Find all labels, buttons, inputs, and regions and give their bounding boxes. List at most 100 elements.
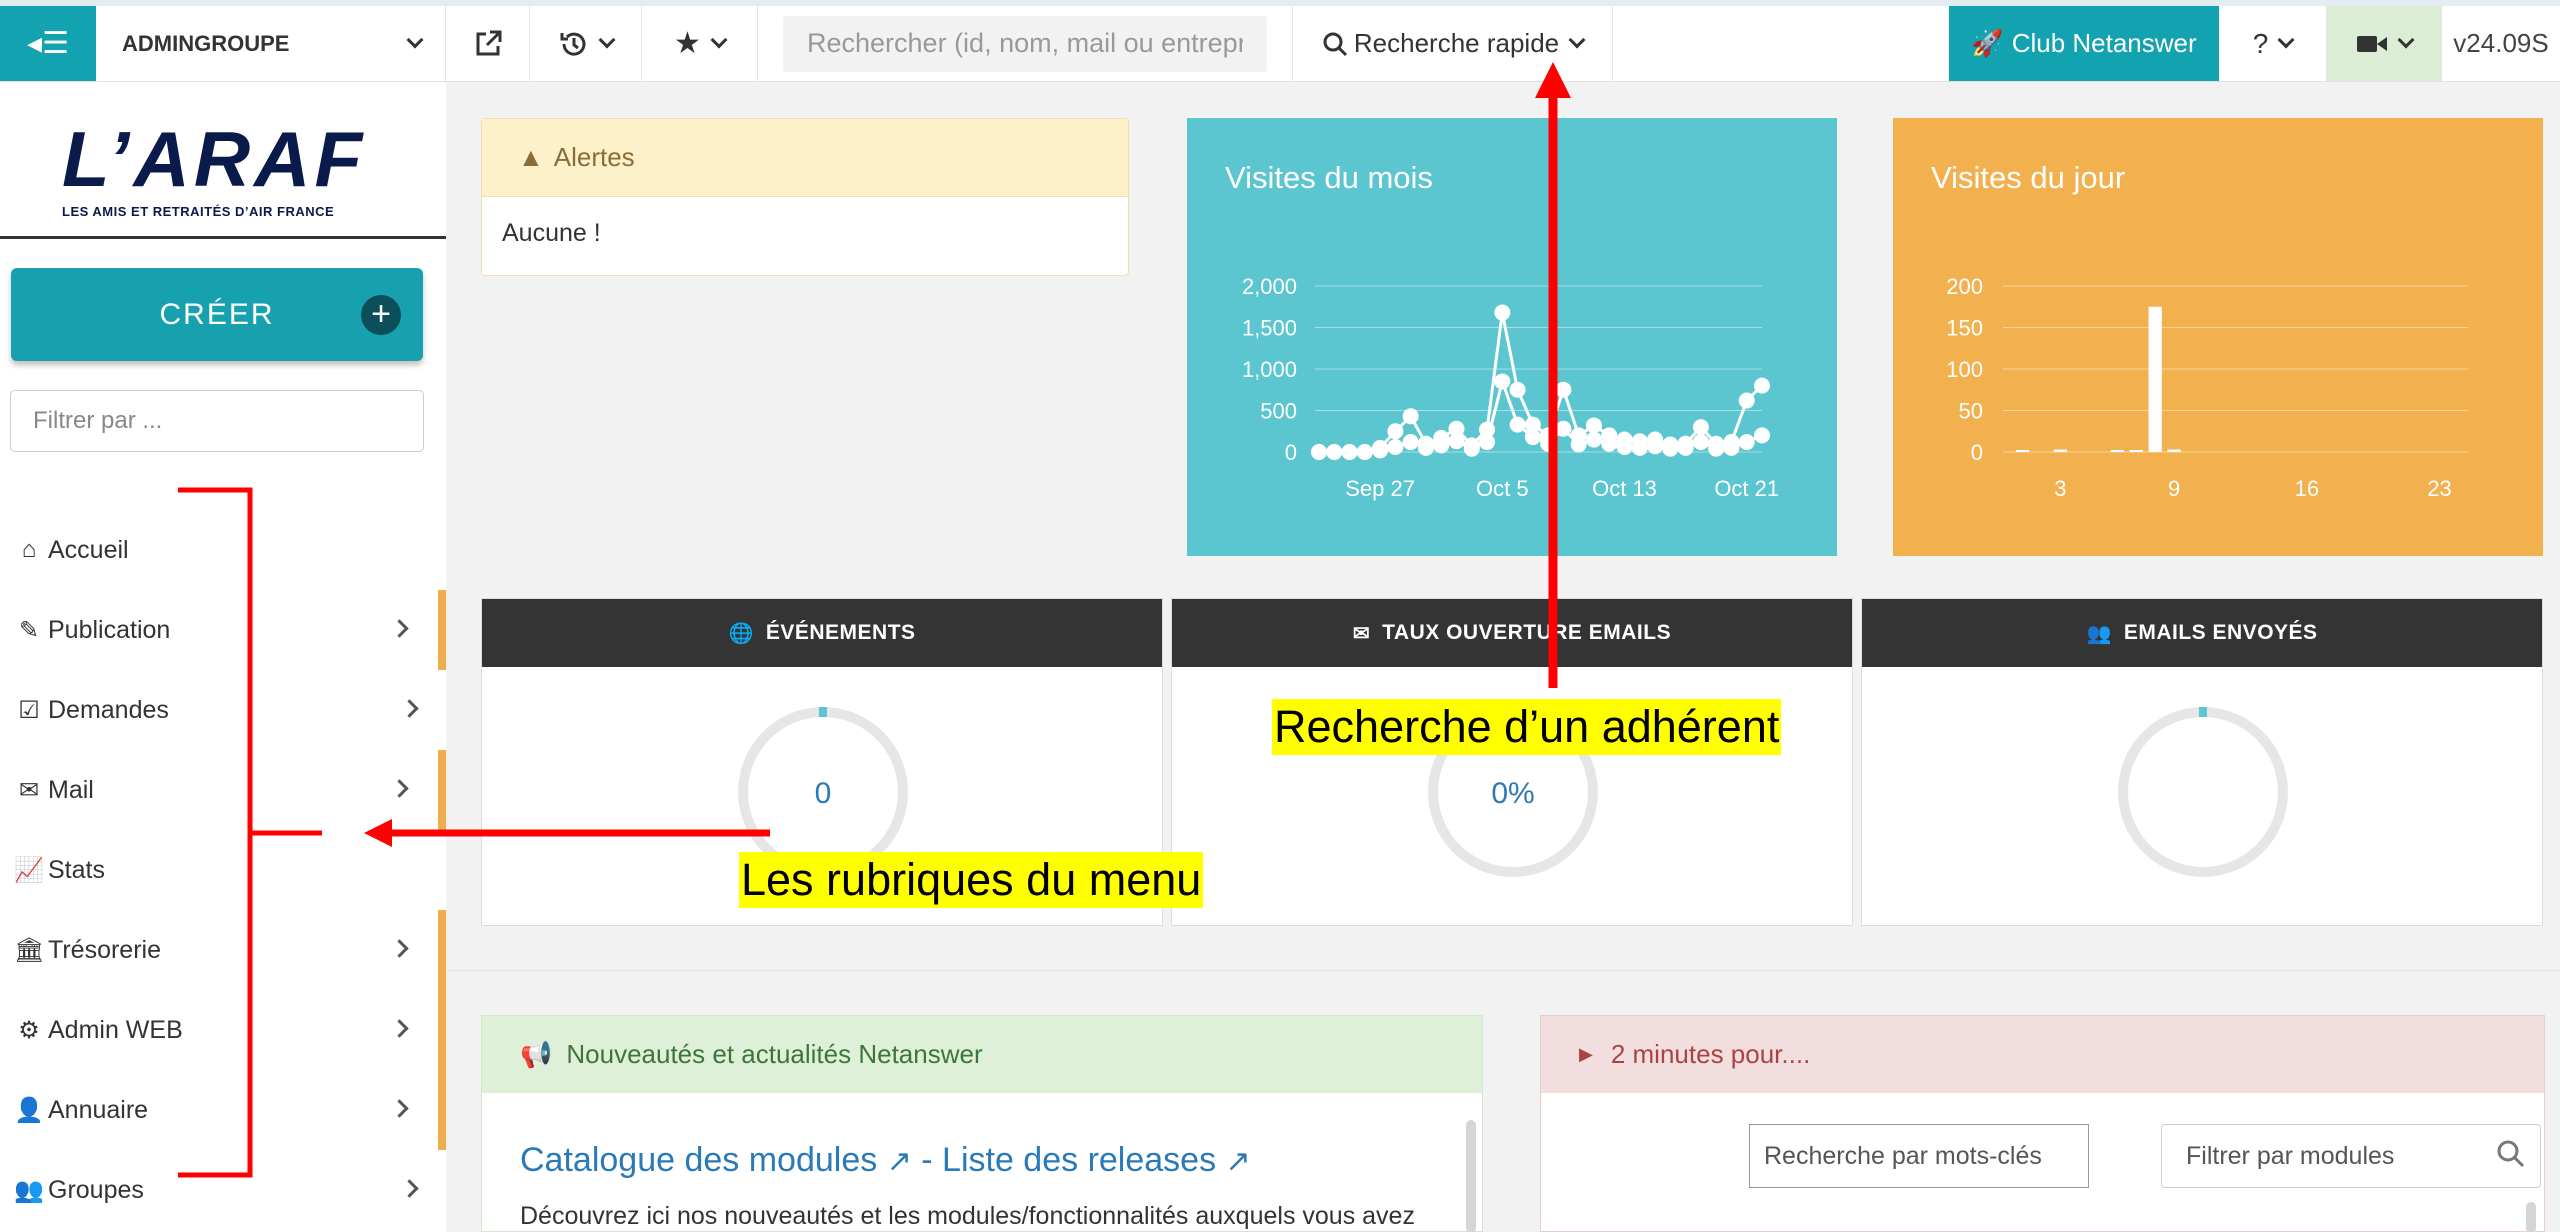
global-search-wrapper — [758, 6, 1293, 81]
chevron-right-icon — [390, 619, 409, 638]
bar — [2167, 449, 2181, 452]
section-marker — [438, 590, 446, 670]
chevron-down-icon — [2277, 31, 2295, 48]
sidebar-item-admin-web[interactable]: ⚙ Admin WEB — [0, 990, 446, 1070]
y-tick-label: 50 — [1959, 399, 1983, 424]
envelope-icon: ✉ — [1352, 622, 1371, 645]
chevron-down-icon — [1568, 31, 1586, 48]
data-point — [1585, 431, 1602, 448]
data-point — [1494, 304, 1511, 321]
external-link-icon[interactable]: ↗ — [887, 1144, 912, 1179]
y-tick-label: 150 — [1946, 316, 1983, 341]
globe-icon: 🌐 — [728, 622, 754, 645]
external-link-button[interactable] — [446, 6, 530, 81]
releases-link[interactable]: Liste des releases — [942, 1141, 1216, 1179]
video-button[interactable] — [2327, 6, 2442, 81]
sidebar-item-demandes[interactable]: ☑ Demandes — [0, 670, 446, 750]
events-title: ÉVÉNEMENTS — [765, 621, 916, 644]
sidebar-item-label: Groupes — [48, 1175, 144, 1204]
events-header: 🌐 ÉVÉNEMENTS — [482, 599, 1162, 667]
catalogue-link[interactable]: Catalogue des modules — [520, 1141, 877, 1179]
data-point — [1662, 440, 1679, 457]
visits-day-chart: 200 150 100 50 0 3 9 16 23 — [1946, 274, 2468, 501]
video-camera-icon — [2357, 35, 2387, 52]
data-point — [1326, 444, 1343, 460]
logo-text: L’ARAF — [62, 115, 367, 203]
bar — [2053, 449, 2068, 452]
y-tick-label: 100 — [1946, 357, 1983, 382]
x-tick-label: 23 — [2427, 476, 2451, 501]
history-button[interactable] — [530, 6, 642, 81]
sidebar-item-label: Accueil — [48, 535, 129, 564]
megaphone-icon: 📢 — [520, 1039, 553, 1069]
chevron-right-icon — [400, 699, 419, 718]
global-search-input[interactable] — [783, 15, 1267, 72]
sidebar-item-tresorerie[interactable]: 🏛 Trésorerie — [0, 910, 446, 1150]
external-link-icon[interactable]: ↗ — [1226, 1144, 1251, 1179]
line-chart-icon: 📈 — [14, 856, 44, 884]
data-point — [1555, 420, 1572, 437]
x-tick-label: Sep 27 — [1345, 476, 1415, 501]
sidebar-item-accueil[interactable]: ⌂ Accueil — [0, 510, 446, 590]
data-point — [1570, 436, 1587, 453]
search-icon — [1323, 32, 1347, 56]
news-scrollbar[interactable] — [1466, 1120, 1476, 1232]
club-netanswer-button[interactable]: 🚀 Club Netanswer — [1949, 6, 2219, 81]
alerts-panel: ▲ Alertes Aucune ! — [481, 118, 1129, 276]
sidebar-item-mail[interactable]: ✉ Mail — [0, 750, 446, 830]
data-point — [1540, 435, 1557, 452]
module-filter-select[interactable]: Filtrer par modules — [2161, 1124, 2541, 1188]
two-minutes-panel: ▶ 2 minutes pour.... Filtrer par modules — [1540, 1015, 2545, 1232]
bar — [2110, 450, 2124, 452]
group-name: ADMINGROUPE — [122, 30, 290, 56]
sidebar-item-publication[interactable]: ✎ Publication — [0, 590, 446, 670]
create-button[interactable]: CRÉER + — [11, 268, 423, 361]
two-minutes-scrollbar[interactable] — [2526, 1202, 2536, 1232]
quick-search-button[interactable]: Recherche rapide — [1293, 6, 1613, 81]
y-tick-label: 1,000 — [1242, 357, 1297, 382]
bar — [2015, 450, 2030, 452]
favorites-button[interactable]: ★ — [642, 6, 758, 81]
araf-logo: L’ARAF LES AMIS ET RETRAITÉS D’AIR FRANC… — [62, 120, 372, 220]
two-minutes-title: 2 minutes pour.... — [1610, 1039, 1811, 1069]
data-point — [1754, 427, 1770, 444]
check-square-icon: ☑ — [18, 696, 40, 724]
data-point — [1616, 439, 1633, 456]
visits-day-card: Visites du jour 200 150 100 50 0 3 9 16 23 — [1893, 118, 2543, 556]
sidebar: L’ARAF LES AMIS ET RETRAITÉS D’AIR FRANC… — [0, 82, 446, 1232]
email-open-rate-value: 0% — [1491, 777, 1535, 810]
visits-month-card: Visites du mois 2,000 1,500 1,000 500 0 Sep 2… — [1187, 118, 1837, 556]
sidebar-item-annuaire[interactable]: 👤 Annuaire — [0, 1070, 446, 1150]
sidebar-item-stats[interactable]: 📈 Stats — [0, 830, 446, 910]
module-filter-label: Filtrer par modules — [2186, 1141, 2395, 1170]
x-tick-label: 3 — [2054, 476, 2066, 501]
warning-icon: ▲ — [518, 142, 544, 172]
external-link-icon — [476, 30, 501, 55]
section-marker — [438, 750, 446, 830]
chevron-down-icon — [406, 31, 424, 48]
two-minutes-header: ▶ 2 minutes pour.... — [1541, 1016, 2544, 1093]
keyword-search-input[interactable] — [1749, 1124, 2089, 1188]
help-button[interactable]: ? — [2219, 6, 2327, 81]
menu-toggle-button[interactable]: ◂☰ — [0, 6, 96, 81]
data-point — [1708, 440, 1725, 457]
chevron-right-icon — [390, 779, 409, 798]
data-point — [1723, 439, 1740, 456]
history-icon — [560, 32, 585, 56]
help-icon: ? — [2252, 27, 2269, 59]
menu-callout: Les rubriques du menu — [739, 852, 1204, 908]
alerts-title: Alertes — [553, 142, 635, 172]
create-label: CRÉER — [159, 297, 275, 331]
envelope-icon: ✉ — [18, 776, 40, 804]
data-point — [1647, 438, 1664, 455]
search-icon — [2497, 1140, 2525, 1168]
data-point — [1738, 434, 1755, 451]
sidebar-item-groupes[interactable]: 👥 Groupes — [0, 1150, 446, 1230]
data-point — [1479, 434, 1496, 451]
menu-filter-input[interactable] — [10, 390, 424, 452]
events-value: 0 — [814, 777, 832, 810]
alerts-header: ▲ Alertes — [482, 119, 1128, 197]
chevron-down-icon — [598, 31, 615, 48]
group-selector[interactable]: ADMINGROUPE — [96, 6, 446, 81]
home-icon: ⌂ — [21, 536, 37, 563]
